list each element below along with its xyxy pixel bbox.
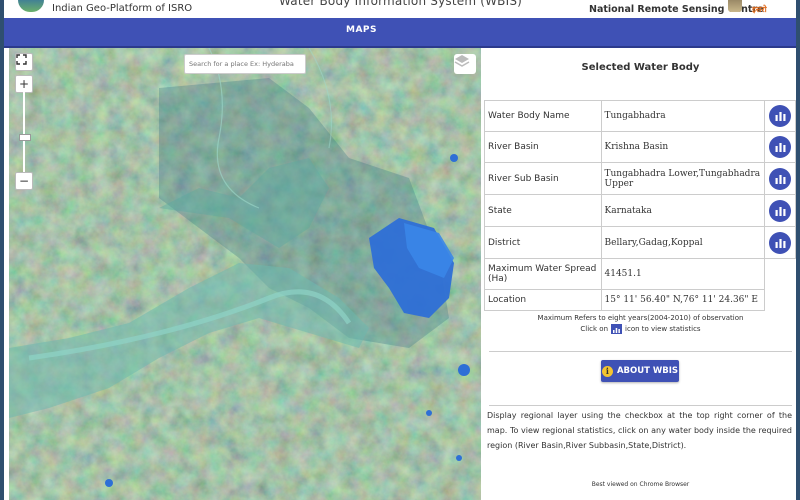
page-title: Water Body Information System (WBIS) [279,0,523,8]
layers-button[interactable] [454,54,476,74]
fullscreen-icon [16,54,27,65]
row-value: Bellary,Gadag,Koppal [600,226,766,259]
table-row: Maximum Water Spread (Ha) 41451.1 [484,258,796,290]
water-body-table: Water Body Name Tungabhadra River Basin Kri… [484,100,796,311]
instructions-text: Display regional layer using the checkbo… [487,411,792,450]
row-label: Water Body Name [484,100,602,132]
stats-hint-suffix: icon to view statistics [625,325,701,333]
place-search-input[interactable] [184,54,306,74]
stats-hint: Click on icon to view statistics [481,324,796,334]
view-statistics-button[interactable] [769,199,792,222]
header: Indian Geo-Platform of ISRO Water Body I… [4,0,796,18]
row-value: 41451.1 [600,258,766,290]
layers-icon [454,55,470,67]
row-action-cell [765,259,796,290]
row-label: District [484,226,602,259]
browser-note: Best viewed on Chrome Browser [591,481,690,488]
zoom-slider-thumb[interactable] [19,134,31,141]
view-statistics-button[interactable] [769,167,792,190]
divider [489,405,792,406]
table-row: State Karnataka [484,194,796,227]
table-row: District Bellary,Gadag,Koppal [484,226,796,259]
isro-label: Indian Geo-Platform of ISRO [52,3,193,14]
bar-chart-icon [775,238,786,248]
bar-chart-icon [611,324,623,334]
info-icon: i [601,365,613,377]
zoom-out-button[interactable]: − [15,172,33,190]
table-row: Location 15° 11' 56.40" N,76° 11' 24.36" … [484,289,796,311]
view-statistics-button[interactable] [769,231,792,254]
bar-chart-icon [775,112,786,121]
table-row: Water Body Name Tungabhadra [484,100,796,132]
row-label: River Basin [484,131,602,163]
isro-hindi-logo: इसरो [752,5,767,14]
view-statistics-button[interactable] [769,105,792,127]
row-action-cell [764,226,796,259]
satellite-map[interactable]: + − [9,48,481,500]
stats-hint-prefix: Click on [580,325,609,333]
observation-note: Maximum Refers to eight years(2004-2010)… [537,314,744,322]
isro-logo [18,0,44,12]
nav-maps[interactable]: MAPS [346,25,377,35]
row-action-cell [764,162,796,195]
info-panel: Selected Water Body Water Body Name Tunga… [481,48,796,500]
panel-title: Selected Water Body [581,62,700,73]
zoom-in-button[interactable]: + [15,75,33,93]
row-value: Krishna Basin [600,131,766,163]
divider [489,351,792,352]
view-statistics-button[interactable] [769,136,792,158]
row-value: Tungabhadra Lower,Tungabhadra Upper [600,162,766,195]
bar-chart-icon [775,174,786,184]
bar-chart-icon [775,206,786,216]
row-label: Location [484,289,602,311]
about-label: ABOUT WBIS [616,366,679,376]
row-action-cell [764,100,796,132]
navbar: MAPS [4,18,796,48]
table-row: River Sub Basin Tungabhadra Lower,Tungabh… [484,162,796,195]
browser-window: Indian Geo-Platform of ISRO Water Body I… [0,0,800,500]
row-action-cell [764,131,796,163]
bar-chart-icon [775,143,786,152]
zoom-slider-track[interactable] [23,92,25,172]
fullscreen-button[interactable] [15,53,33,71]
row-label: Maximum Water Spread (Ha) [484,258,602,290]
table-row: River Basin Krishna Basin [484,131,796,163]
row-value: 15° 11' 56.40" N,76° 11' 24.36" E [600,289,766,311]
national-emblem [728,0,742,12]
about-wbis-button[interactable]: i ABOUT WBIS [601,360,679,382]
row-action-cell [765,290,796,311]
row-value: Karnataka [600,194,766,227]
row-label: River Sub Basin [484,162,602,195]
row-value: Tungabhadra [600,100,766,132]
satellite-imagery [9,48,481,500]
row-label: State [484,194,602,227]
row-action-cell [764,194,796,227]
